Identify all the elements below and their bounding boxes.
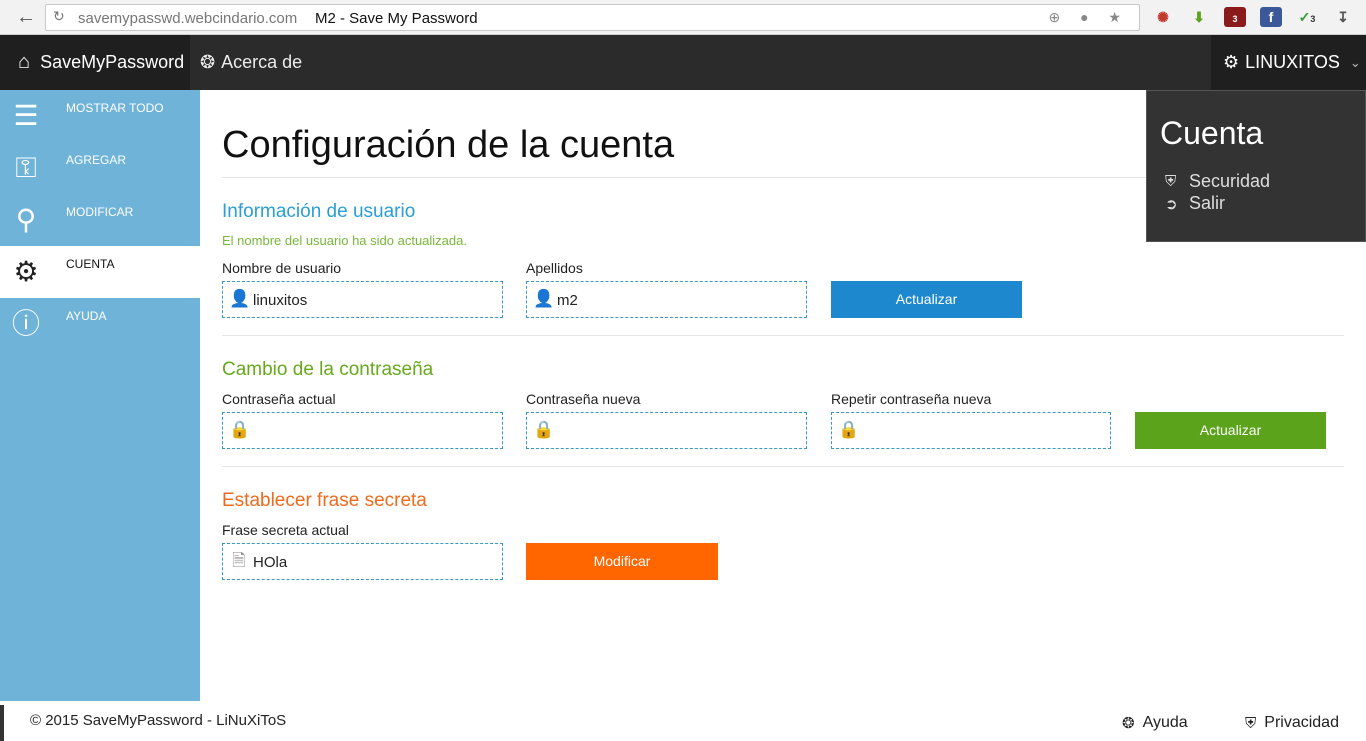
lifebuoy-icon: ❂	[200, 52, 216, 72]
current-password-field[interactable]: 🔒	[222, 412, 503, 449]
gears-icon: ⚙	[13, 256, 39, 287]
footer-accent	[0, 705, 4, 741]
update-password-button[interactable]: Actualizar	[1135, 412, 1326, 449]
repeat-password-label: Repetir contraseña nueva	[831, 391, 992, 407]
list-icon: ☰	[13, 100, 39, 131]
account-dropdown: Cuenta ⛨ Securidad ➲ Salir	[1146, 90, 1366, 242]
search-icon: ⚲	[15, 204, 37, 235]
sidebar-item-label: AYUDA	[66, 309, 107, 323]
lock-icon: 🔒	[838, 420, 860, 439]
new-password-label: Contraseña nueva	[526, 391, 641, 407]
sidebar-item-label: CUENTA	[66, 257, 115, 271]
dropdown-item-security[interactable]: ⛨ Securidad	[1165, 171, 1270, 192]
brand-link[interactable]: ⌂ SaveMyPassword	[0, 35, 190, 90]
ladybug-extension-icon[interactable]: ✺	[1152, 7, 1174, 27]
username-field[interactable]: 👤	[222, 281, 503, 318]
user-menu-toggle[interactable]: ⚙ LINUXITOS ⌄	[1211, 35, 1366, 90]
downloads-icon[interactable]: ↧	[1332, 7, 1354, 27]
dropdown-title: Cuenta	[1160, 115, 1264, 151]
dropdown-item-label: Securidad	[1189, 171, 1271, 191]
divider	[222, 177, 1146, 178]
lifebuoy-icon: ❂	[1122, 715, 1135, 732]
new-password-input[interactable]	[557, 419, 798, 443]
reload-icon[interactable]: ↻	[53, 8, 65, 25]
repeat-password-input[interactable]	[862, 419, 1102, 443]
footer-privacy-link[interactable]: ⛨ Privacidad	[1245, 714, 1339, 732]
shield-icon: ⛨	[1245, 714, 1257, 732]
about-label: Acerca de	[221, 52, 303, 72]
divider	[222, 466, 1344, 467]
page-title: Configuración de la cuenta	[222, 124, 675, 166]
lock-icon: 🔒	[229, 420, 251, 439]
surname-field[interactable]: 👤	[526, 281, 807, 318]
copyright: © 2015 SaveMyPassword - LiNuXiToS	[30, 712, 287, 729]
exit-icon: ➲	[1165, 195, 1178, 213]
browser-toolbar: ← ↻ savemypasswd.webcindario.com M2 - Sa…	[0, 0, 1366, 35]
top-navbar: ⌂ SaveMyPassword ❂ Acerca de ⚙ LINUXITOS…	[0, 35, 1366, 90]
chevron-down-icon: ⌄	[1349, 54, 1361, 70]
shield-check-extension-icon[interactable]: ✓3	[1296, 7, 1318, 27]
footer-help-link[interactable]: ❂ Ayuda	[1122, 714, 1188, 732]
secret-phrase-field[interactable]: 🗎	[222, 543, 503, 580]
dropdown-item-logout[interactable]: ➲ Salir	[1165, 193, 1225, 214]
extension-icons: ✺ ⬇ 3 f ✓3 ↧	[1152, 6, 1354, 28]
user-info-heading: Información de usuario	[222, 201, 416, 222]
sidebar-item-account[interactable]: ⚙ CUENTA	[0, 246, 200, 298]
binary-file-icon: 🗎	[232, 551, 246, 570]
lock-icon: 🔒	[533, 420, 555, 439]
surname-label: Apellidos	[526, 260, 583, 276]
divider	[222, 335, 1344, 336]
current-password-label: Contraseña actual	[222, 391, 336, 407]
sidebar-item-show-all[interactable]: ☰ MOSTRAR TODO	[0, 90, 200, 142]
username-input[interactable]	[253, 288, 494, 312]
sidebar-item-add[interactable]: ⚿ AGREGAR	[0, 142, 200, 194]
url-host: savemypasswd.webcindario.com	[78, 10, 298, 27]
sidebar-item-label: AGREGAR	[66, 153, 127, 167]
footer-privacy-label: Privacidad	[1264, 714, 1339, 731]
modify-secret-button[interactable]: Modificar	[526, 543, 718, 580]
user-icon: 👤	[533, 289, 555, 308]
success-message: El nombre del usuario ha sido actualizad…	[222, 233, 467, 248]
info-icon: ⓘ	[11, 308, 40, 339]
dropdown-item-label: Salir	[1189, 193, 1226, 213]
sidebar-item-help[interactable]: ⓘ AYUDA	[0, 298, 200, 350]
footer-help-label: Ayuda	[1142, 714, 1188, 731]
ublock-extension-icon[interactable]: 3	[1224, 7, 1246, 27]
surname-input[interactable]	[557, 288, 798, 312]
secret-phrase-heading: Establecer frase secreta	[222, 490, 427, 511]
facebook-extension-icon[interactable]: f	[1260, 7, 1282, 27]
brand-label: SaveMyPassword	[40, 52, 185, 72]
download-arrow-extension-icon[interactable]: ⬇	[1188, 7, 1210, 27]
username-label: Nombre de usuario	[222, 260, 342, 276]
bookmark-star-icon[interactable]: ⊕ ● ★	[1048, 9, 1129, 26]
shield-icon: ⛨	[1165, 173, 1177, 190]
user-icon: 👤	[229, 289, 251, 308]
home-icon: ⌂	[18, 51, 31, 73]
key-icon: ⚿	[15, 152, 37, 183]
gear-icon: ⚙	[1223, 52, 1240, 72]
about-link[interactable]: ❂ Acerca de	[200, 35, 302, 90]
repeat-password-field[interactable]: 🔒	[831, 412, 1111, 449]
update-user-button[interactable]: Actualizar	[831, 281, 1022, 318]
password-heading: Cambio de la contraseña	[222, 359, 434, 380]
sidebar-item-label: MODIFICAR	[66, 205, 134, 219]
current-password-input[interactable]	[253, 419, 494, 443]
sidebar-item-modify[interactable]: ⚲ MODIFICAR	[0, 194, 200, 246]
sidebar-item-label: MOSTRAR TODO	[66, 101, 164, 115]
sidebar: ☰ MOSTRAR TODO ⚿ AGREGAR ⚲ MODIFICAR ⚙ C…	[0, 90, 200, 701]
address-bar[interactable]: ↻ savemypasswd.webcindario.com M2 - Save…	[45, 4, 1140, 31]
user-name: LINUXITOS	[1245, 52, 1340, 72]
secret-phrase-label: Frase secreta actual	[222, 522, 349, 538]
back-arrow-icon[interactable]: ←	[14, 6, 38, 28]
secret-phrase-input[interactable]	[253, 550, 494, 574]
new-password-field[interactable]: 🔒	[526, 412, 807, 449]
url-page-title: M2 - Save My Password	[315, 10, 478, 27]
